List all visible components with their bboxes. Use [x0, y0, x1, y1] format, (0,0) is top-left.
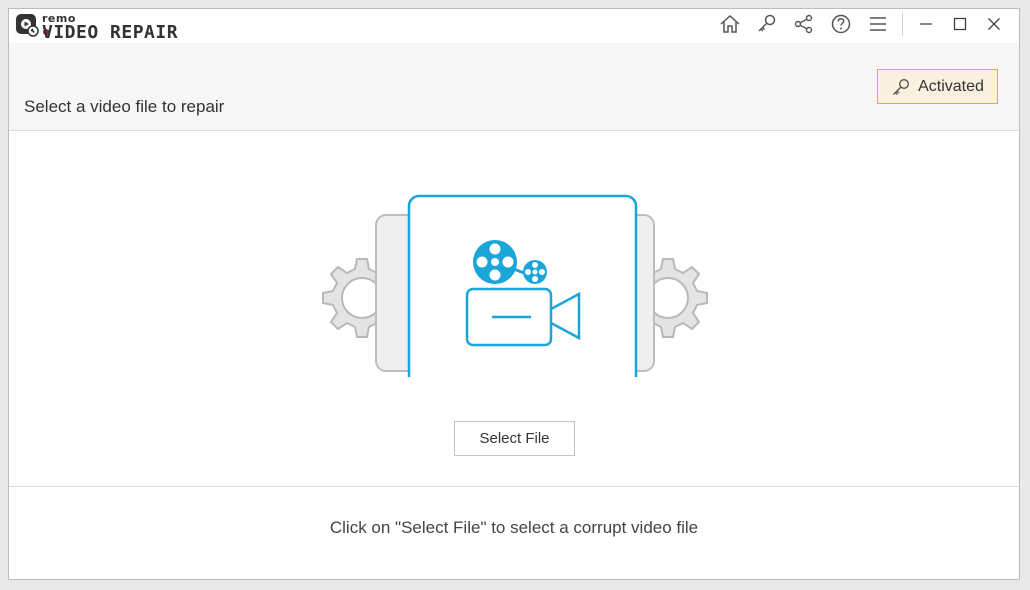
toolbar-separator — [902, 12, 903, 36]
maximize-icon — [953, 17, 967, 31]
close-icon — [988, 18, 1000, 30]
page-title: Select a video file to repair — [24, 97, 225, 116]
share-button[interactable] — [785, 9, 822, 39]
close-button[interactable] — [977, 9, 1011, 39]
header-band: Select a video file to repair Activated — [9, 43, 1019, 131]
main-area: Select File — [9, 131, 1019, 487]
home-button[interactable] — [711, 9, 748, 39]
toolbar-icons — [711, 9, 1011, 39]
minimize-icon — [920, 23, 932, 25]
home-icon — [720, 14, 739, 33]
logo-mark-icon — [16, 14, 39, 37]
title-bar: remo VIDEO REPAIR — [9, 9, 1019, 43]
maximize-button[interactable] — [943, 9, 977, 39]
key-icon — [893, 78, 910, 95]
video-repair-illustration — [322, 194, 708, 377]
help-icon — [831, 14, 850, 34]
select-file-button[interactable]: Select File — [454, 421, 575, 456]
app-window: remo VIDEO REPAIR Select a video file to… — [8, 8, 1020, 580]
key-button[interactable] — [748, 9, 785, 39]
share-icon — [794, 14, 812, 34]
menu-icon — [869, 17, 886, 31]
minimize-button[interactable] — [909, 9, 943, 39]
key-icon — [757, 14, 775, 32]
brand-title: VIDEO REPAIR — [42, 22, 179, 43]
activated-button[interactable]: Activated — [877, 69, 998, 104]
help-button[interactable] — [822, 9, 859, 39]
center-card — [407, 194, 638, 377]
footer-hint: Click on "Select File" to select a corru… — [329, 518, 699, 537]
footer: Click on "Select File" to select a corru… — [9, 486, 1019, 581]
activated-label: Activated — [918, 77, 984, 95]
menu-button[interactable] — [859, 9, 896, 39]
